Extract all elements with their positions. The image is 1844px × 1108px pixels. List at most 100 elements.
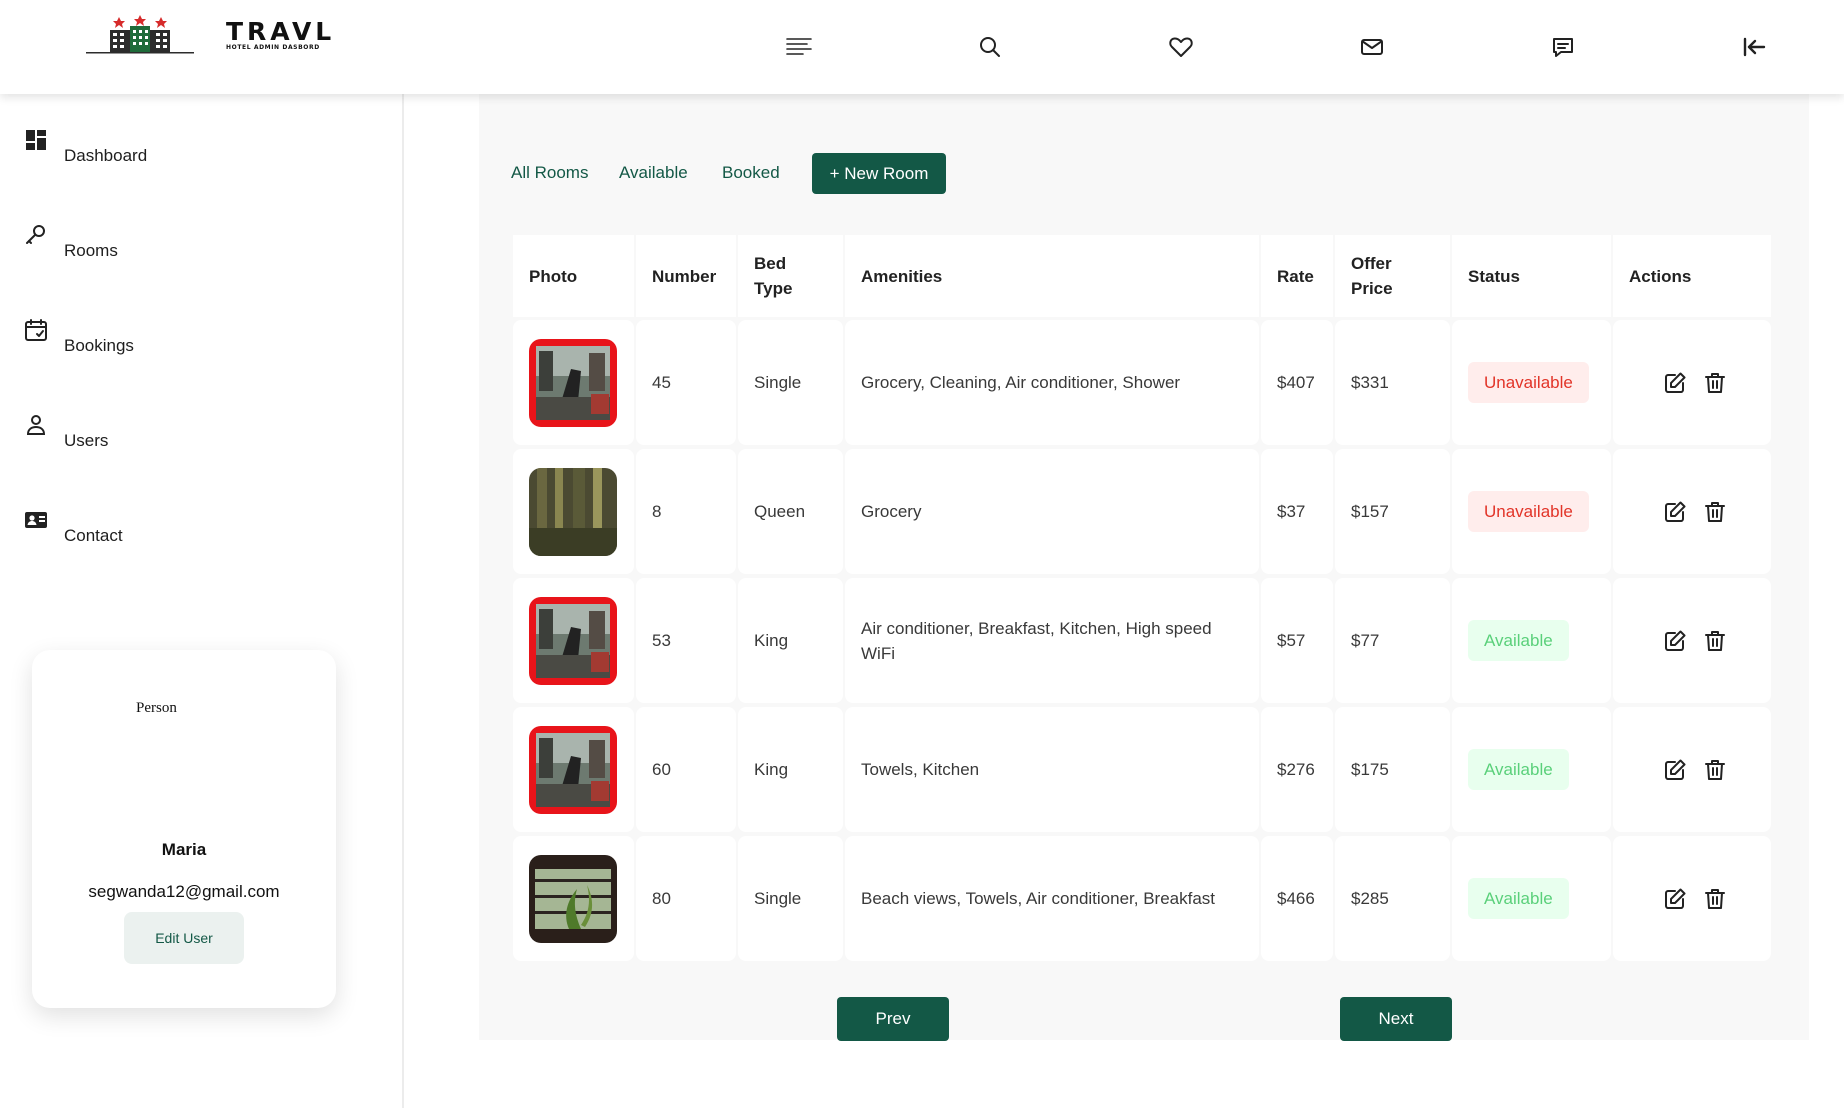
sidebar: Dashboard Rooms Bookings Users Contact P… xyxy=(0,94,404,1108)
actions-cell xyxy=(1613,836,1771,961)
column-header-status: Status xyxy=(1452,235,1611,317)
tab-booked[interactable]: Booked xyxy=(722,163,780,183)
room-photo xyxy=(529,725,617,814)
tab-available[interactable]: Available xyxy=(619,163,688,183)
edit-icon[interactable] xyxy=(1663,758,1687,782)
rate-cell: $37 xyxy=(1261,449,1333,574)
logo[interactable]: TRAVL HOTEL ADMIN DASBORD xyxy=(84,14,335,56)
trash-icon[interactable] xyxy=(1703,887,1727,911)
offer-price-cell-value: $285 xyxy=(1351,888,1389,908)
rate-cell: $466 xyxy=(1261,836,1333,961)
collapse-icon[interactable] xyxy=(1741,34,1767,60)
status-badge: Available xyxy=(1468,878,1569,919)
offer-price-cell: $77 xyxy=(1335,578,1450,703)
amenities-cell: Grocery, Cleaning, Air conditioner, Show… xyxy=(845,320,1259,445)
room-photo xyxy=(529,854,617,943)
message-icon[interactable] xyxy=(1550,34,1576,60)
search-icon[interactable] xyxy=(977,34,1003,60)
contact-card-icon xyxy=(24,508,48,532)
sidebar-item-label: Rooms xyxy=(64,241,118,260)
heart-icon[interactable] xyxy=(1168,34,1194,60)
amenities-cell-value: Towels, Kitchen xyxy=(861,760,980,779)
rate-cell: $276 xyxy=(1261,707,1333,832)
rate-cell: $57 xyxy=(1261,578,1333,703)
sidebar-item-label: Bookings xyxy=(64,336,134,355)
sidebar-item-label: Dashboard xyxy=(64,146,148,165)
actions-cell xyxy=(1613,707,1771,832)
status-cell: Unavailable xyxy=(1452,449,1611,574)
user-email: segwanda12@gmail.com xyxy=(88,882,280,901)
status-badge: Available xyxy=(1468,620,1569,661)
amenities-cell: Towels, Kitchen xyxy=(845,707,1259,832)
key-icon xyxy=(24,223,48,247)
top-bar: TRAVL HOTEL ADMIN DASBORD xyxy=(0,0,1844,94)
trash-icon[interactable] xyxy=(1703,758,1727,782)
next-page-button[interactable]: Next xyxy=(1340,997,1452,1041)
offer-price-cell: $175 xyxy=(1335,707,1450,832)
photo-cell xyxy=(513,578,634,703)
offer-price-cell: $285 xyxy=(1335,836,1450,961)
trash-icon[interactable] xyxy=(1703,500,1727,524)
rate-cell-value: $57 xyxy=(1277,630,1306,650)
column-header-amenities: Amenities xyxy=(845,235,1259,317)
offer-price-cell-value: $77 xyxy=(1351,630,1380,650)
status-cell: Available xyxy=(1452,707,1611,832)
sidebar-item-rooms[interactable]: Rooms xyxy=(24,223,118,260)
photo-cell xyxy=(513,836,634,961)
edit-icon[interactable] xyxy=(1663,371,1687,395)
amenities-cell-value: Grocery xyxy=(861,502,922,521)
status-cell: Unavailable xyxy=(1452,320,1611,445)
bed-type-cell-value: Single xyxy=(754,372,802,392)
sidebar-item-users[interactable]: Users xyxy=(24,413,108,450)
photo-cell xyxy=(513,707,634,832)
logo-subtitle: HOTEL ADMIN DASBORD xyxy=(226,44,320,51)
number-cell: 80 xyxy=(636,836,736,961)
number-cell-value: 80 xyxy=(652,888,671,908)
number-cell-value: 45 xyxy=(652,372,671,392)
offer-price-cell-value: $157 xyxy=(1351,501,1389,521)
mail-icon[interactable] xyxy=(1359,34,1385,60)
sidebar-item-label: Contact xyxy=(64,526,123,545)
dashboard-icon xyxy=(24,128,48,152)
rate-cell-value: $407 xyxy=(1277,372,1315,392)
rate-cell-value: $37 xyxy=(1277,501,1306,521)
logo-title: TRAVL xyxy=(226,17,336,46)
tab-all-rooms[interactable]: All Rooms xyxy=(511,163,588,183)
user-name: Maria xyxy=(161,840,207,859)
number-cell: 60 xyxy=(636,707,736,832)
edit-icon[interactable] xyxy=(1663,500,1687,524)
new-room-button[interactable]: + New Room xyxy=(812,153,946,194)
rooms-panel: All Rooms Available Booked + New Room Ph… xyxy=(479,94,1809,1041)
menu-icon[interactable] xyxy=(786,34,812,60)
number-cell-value: 53 xyxy=(652,630,671,650)
edit-icon[interactable] xyxy=(1663,629,1687,653)
number-cell: 8 xyxy=(636,449,736,574)
user-icon xyxy=(24,413,48,437)
status-badge: Available xyxy=(1468,749,1569,790)
number-cell-value: 60 xyxy=(652,759,671,779)
actions-cell xyxy=(1613,578,1771,703)
prev-page-button[interactable]: Prev xyxy=(837,997,949,1041)
offer-price-cell-value: $175 xyxy=(1351,759,1389,779)
calendar-icon xyxy=(24,318,48,342)
amenities-cell-value: Air conditioner, Breakfast, Kitchen, Hig… xyxy=(861,618,1212,663)
photo-cell xyxy=(513,320,634,445)
amenities-cell-value: Grocery, Cleaning, Air conditioner, Show… xyxy=(861,373,1181,392)
room-photo xyxy=(529,338,617,427)
column-header-photo: Photo xyxy=(513,235,634,317)
number-cell-value: 8 xyxy=(652,501,662,521)
rate-cell-value: $276 xyxy=(1277,759,1315,779)
trash-icon[interactable] xyxy=(1703,371,1727,395)
column-header-actions: Actions xyxy=(1613,235,1771,317)
amenities-cell-value: Beach views, Towels, Air conditioner, Br… xyxy=(861,889,1216,908)
bed-type-cell: King xyxy=(738,578,843,703)
number-cell: 53 xyxy=(636,578,736,703)
trash-icon[interactable] xyxy=(1703,629,1727,653)
user-card: Person Maria segwanda12@gmail.com Edit U… xyxy=(32,650,336,1008)
sidebar-item-bookings[interactable]: Bookings xyxy=(24,318,134,355)
edit-icon[interactable] xyxy=(1663,887,1687,911)
sidebar-item-dashboard[interactable]: Dashboard xyxy=(24,128,147,165)
sidebar-item-contact[interactable]: Contact xyxy=(24,508,123,545)
room-photo xyxy=(529,467,617,556)
edit-user-button[interactable]: Edit User xyxy=(124,912,244,964)
